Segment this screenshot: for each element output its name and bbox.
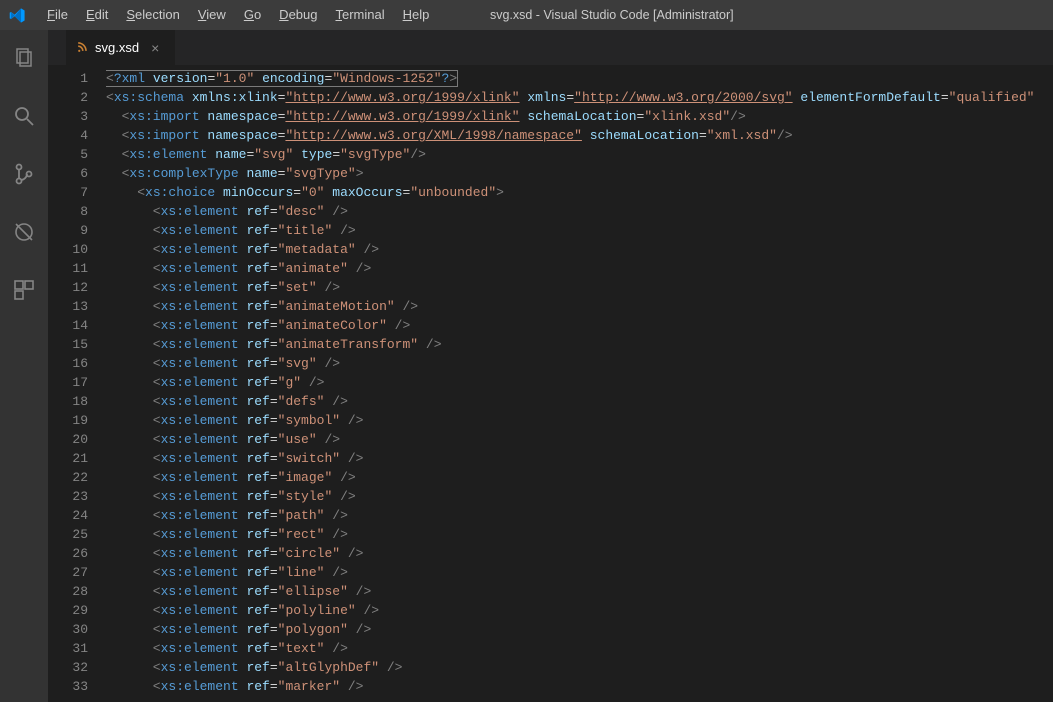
line-number: 17 xyxy=(48,373,88,392)
line-number: 10 xyxy=(48,240,88,259)
menu-file[interactable]: File xyxy=(38,0,77,30)
code-line[interactable]: <xs:complexType name="svgType"> xyxy=(106,164,1053,183)
code-line[interactable]: <xs:element ref="polygon" /> xyxy=(106,620,1053,639)
code-line[interactable]: <xs:element ref="animateTransform" /> xyxy=(106,335,1053,354)
code-line[interactable]: <xs:element ref="polyline" /> xyxy=(106,601,1053,620)
code-line[interactable]: <xs:element ref="circle" /> xyxy=(106,544,1053,563)
line-number: 13 xyxy=(48,297,88,316)
tab-bar: svg.xsd × xyxy=(48,30,1053,65)
menubar: FileEditSelectionViewGoDebugTerminalHelp xyxy=(38,0,438,30)
code-line[interactable]: <xs:element ref="animate" /> xyxy=(106,259,1053,278)
line-number: 25 xyxy=(48,525,88,544)
line-number: 21 xyxy=(48,449,88,468)
code-line[interactable]: <xs:element ref="set" /> xyxy=(106,278,1053,297)
code-line[interactable]: <xs:import namespace="http://www.w3.org/… xyxy=(106,107,1053,126)
code-line[interactable]: <xs:element ref="image" /> xyxy=(106,468,1053,487)
code-line[interactable]: <xs:element ref="symbol" /> xyxy=(106,411,1053,430)
line-number: 23 xyxy=(48,487,88,506)
code-line[interactable]: <xs:import namespace="http://www.w3.org/… xyxy=(106,126,1053,145)
menu-go[interactable]: Go xyxy=(235,0,270,30)
code-line[interactable]: <xs:element ref="style" /> xyxy=(106,487,1053,506)
code-line[interactable]: <xs:element ref="rect" /> xyxy=(106,525,1053,544)
line-number: 29 xyxy=(48,601,88,620)
code-line[interactable]: <xs:element ref="desc" /> xyxy=(106,202,1053,221)
line-number: 12 xyxy=(48,278,88,297)
line-number-gutter: 1234567891011121314151617181920212223242… xyxy=(48,65,106,702)
line-number: 5 xyxy=(48,145,88,164)
line-number: 30 xyxy=(48,620,88,639)
close-icon[interactable]: × xyxy=(151,40,159,56)
line-number: 14 xyxy=(48,316,88,335)
line-number: 24 xyxy=(48,506,88,525)
line-number: 3 xyxy=(48,107,88,126)
tab-svg-xsd[interactable]: svg.xsd × xyxy=(66,30,176,65)
line-number: 1 xyxy=(48,69,88,88)
code-line[interactable]: <xs:element ref="text" /> xyxy=(106,639,1053,658)
files-icon[interactable] xyxy=(0,38,48,78)
titlebar: FileEditSelectionViewGoDebugTerminalHelp… xyxy=(0,0,1053,30)
menu-view[interactable]: View xyxy=(189,0,235,30)
menu-help[interactable]: Help xyxy=(394,0,439,30)
line-number: 33 xyxy=(48,677,88,696)
line-number: 7 xyxy=(48,183,88,202)
code-line[interactable]: <xs:element ref="g" /> xyxy=(106,373,1053,392)
line-number: 18 xyxy=(48,392,88,411)
line-number: 15 xyxy=(48,335,88,354)
code-line[interactable]: <xs:element ref="path" /> xyxy=(106,506,1053,525)
code-line[interactable]: <xs:element ref="defs" /> xyxy=(106,392,1053,411)
line-number: 16 xyxy=(48,354,88,373)
code-line[interactable]: <xs:element ref="use" /> xyxy=(106,430,1053,449)
source-control-icon[interactable] xyxy=(0,154,48,194)
line-number: 6 xyxy=(48,164,88,183)
line-number: 32 xyxy=(48,658,88,677)
menu-edit[interactable]: Edit xyxy=(77,0,117,30)
code-line[interactable]: <xs:element ref="line" /> xyxy=(106,563,1053,582)
code-line[interactable]: <xs:element name="svg" type="svgType"/> xyxy=(106,145,1053,164)
line-number: 31 xyxy=(48,639,88,658)
menu-terminal[interactable]: Terminal xyxy=(326,0,393,30)
vscode-logo-icon xyxy=(8,6,26,24)
debug-icon[interactable] xyxy=(0,212,48,252)
line-number: 26 xyxy=(48,544,88,563)
line-number: 19 xyxy=(48,411,88,430)
line-number: 8 xyxy=(48,202,88,221)
line-number: 28 xyxy=(48,582,88,601)
line-number: 11 xyxy=(48,259,88,278)
editor-area: svg.xsd × 123456789101112131415161718192… xyxy=(48,30,1053,702)
line-number: 22 xyxy=(48,468,88,487)
code-line[interactable]: <xs:element ref="altGlyphDef" /> xyxy=(106,658,1053,677)
code-line[interactable]: <xs:element ref="ellipse" /> xyxy=(106,582,1053,601)
menu-selection[interactable]: Selection xyxy=(117,0,188,30)
code-line[interactable]: <xs:choice minOccurs="0" maxOccurs="unbo… xyxy=(106,183,1053,202)
code-line[interactable]: <?xml version="1.0" encoding="Windows-12… xyxy=(106,69,1053,88)
line-number: 20 xyxy=(48,430,88,449)
rss-file-icon xyxy=(76,40,89,56)
line-number: 4 xyxy=(48,126,88,145)
line-number: 27 xyxy=(48,563,88,582)
code-line[interactable]: <xs:schema xmlns:xlink="http://www.w3.or… xyxy=(106,88,1053,107)
tab-label: svg.xsd xyxy=(95,40,139,55)
code-line[interactable]: <xs:element ref="metadata" /> xyxy=(106,240,1053,259)
code-line[interactable]: <xs:element ref="animateMotion" /> xyxy=(106,297,1053,316)
activity-bar xyxy=(0,30,48,702)
menu-debug[interactable]: Debug xyxy=(270,0,326,30)
line-number: 2 xyxy=(48,88,88,107)
code-line[interactable]: <xs:element ref="marker" /> xyxy=(106,677,1053,696)
search-icon[interactable] xyxy=(0,96,48,136)
code-editor[interactable]: <?xml version="1.0" encoding="Windows-12… xyxy=(106,65,1053,702)
code-line[interactable]: <xs:element ref="animateColor" /> xyxy=(106,316,1053,335)
extensions-icon[interactable] xyxy=(0,270,48,310)
code-line[interactable]: <xs:element ref="switch" /> xyxy=(106,449,1053,468)
line-number: 9 xyxy=(48,221,88,240)
window-title: svg.xsd - Visual Studio Code [Administra… xyxy=(490,0,734,30)
code-line[interactable]: <xs:element ref="svg" /> xyxy=(106,354,1053,373)
code-line[interactable]: <xs:element ref="title" /> xyxy=(106,221,1053,240)
